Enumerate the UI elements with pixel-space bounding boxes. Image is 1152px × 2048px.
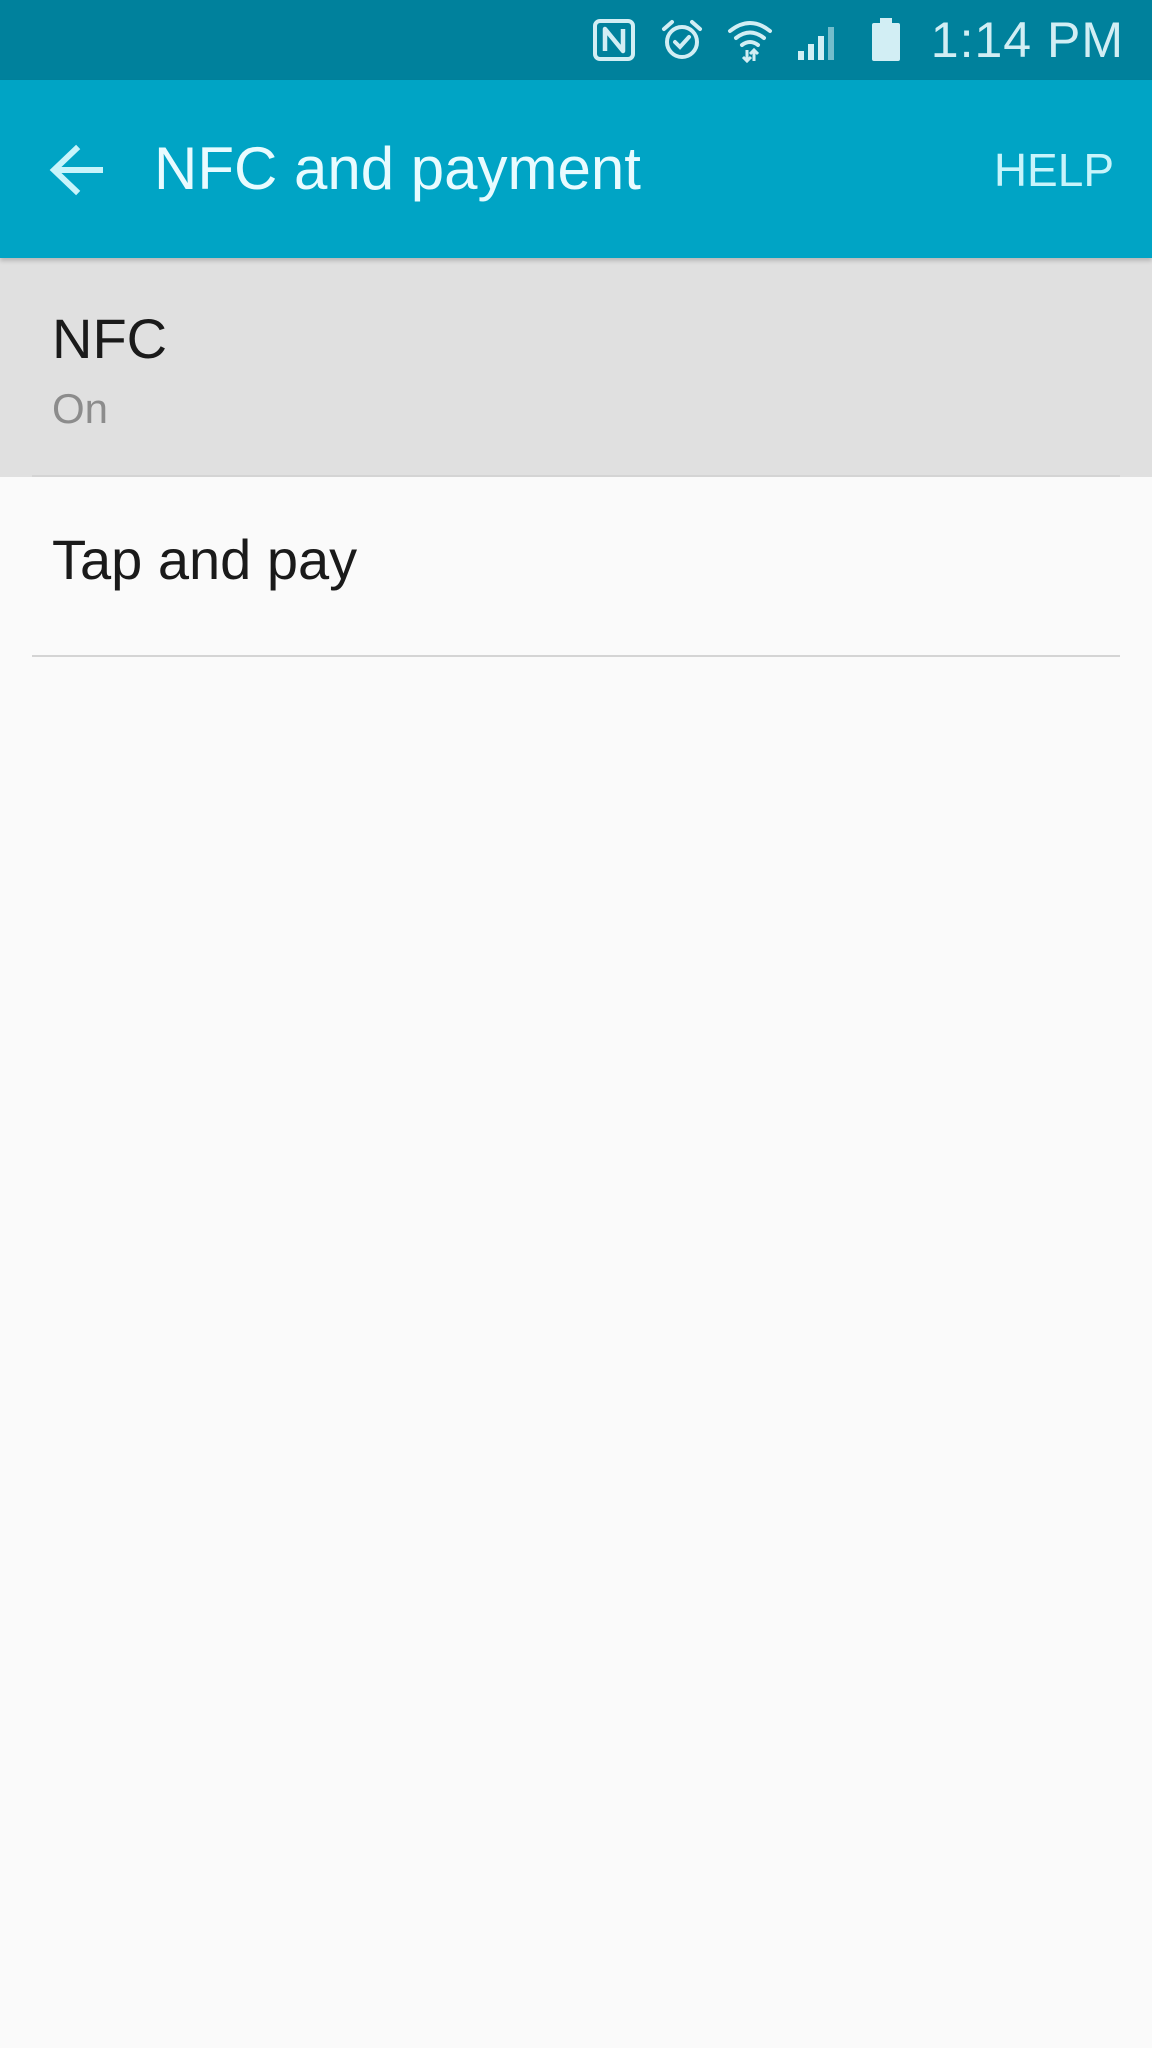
back-button[interactable] — [36, 132, 116, 208]
tap-and-pay-title: Tap and pay — [52, 528, 358, 591]
list-item-tap-and-pay[interactable]: Tap and pay — [0, 477, 1152, 657]
status-icons — [591, 17, 909, 63]
list-item-nfc[interactable]: NFC On — [0, 258, 1152, 477]
back-arrow-icon — [49, 144, 103, 196]
alarm-icon — [659, 17, 705, 63]
battery-icon — [863, 17, 909, 63]
page-title: NFC and payment — [154, 135, 641, 202]
screen: 1:14 PM NFC and payment HELP NFC On Tap … — [0, 0, 1152, 2048]
help-button[interactable]: HELP — [994, 140, 1114, 200]
signal-icon — [795, 17, 841, 63]
divider — [32, 655, 1120, 657]
nfc-title: NFC — [52, 307, 168, 370]
nfc-icon — [591, 17, 637, 63]
settings-list: NFC On Tap and pay — [0, 258, 1152, 657]
nfc-status: On — [52, 385, 109, 432]
action-bar: NFC and payment HELP — [0, 80, 1152, 258]
status-time: 1:14 PM — [930, 12, 1124, 68]
wifi-icon — [727, 17, 773, 63]
status-bar: 1:14 PM — [0, 0, 1152, 80]
